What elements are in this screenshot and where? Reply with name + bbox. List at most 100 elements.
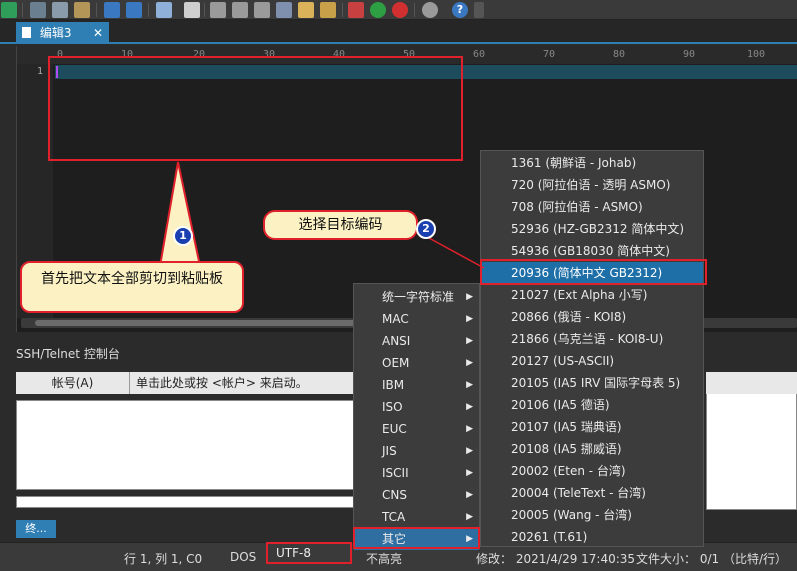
- menu-item-codepage[interactable]: 1361 (朝鲜语 - Johab): [481, 152, 703, 174]
- account-button[interactable]: 帐号(A): [16, 372, 130, 394]
- ruler-mark: 80: [613, 49, 626, 60]
- tab-label: 编辑3: [39, 26, 72, 40]
- menu-item-codepage[interactable]: 708 (阿拉伯语 - ASMO): [481, 196, 703, 218]
- settings-icon[interactable]: [422, 2, 438, 18]
- copy-icon[interactable]: [52, 2, 68, 18]
- menu-item-codepage[interactable]: 20261 (T.61): [481, 526, 703, 548]
- encoding-category-menu: 统一字符标准 ▶ MAC ▶ ANSI ▶ OEM ▶ IBM ▶ ISO ▶ EUC ▶ J…: [353, 283, 480, 550]
- menu-item-ansi[interactable]: ANSI ▶: [354, 330, 479, 352]
- macro-icon[interactable]: [320, 2, 336, 18]
- toolbar-separator: [96, 3, 97, 17]
- column-icon[interactable]: [156, 2, 172, 18]
- menu-item-codepage[interactable]: 720 (阿拉伯语 - 透明 ASMO): [481, 174, 703, 196]
- console-hint[interactable]: 单击此处或按 <帐户> 来启动。: [136, 372, 308, 394]
- menu-item-label: MAC: [382, 312, 409, 326]
- step-badge-2: 2: [416, 219, 436, 239]
- highlight-box-editor: [48, 56, 463, 161]
- toolbar-separator: [148, 3, 149, 17]
- line-ending[interactable]: DOS: [230, 550, 256, 564]
- chevron-right-icon: ▶: [466, 314, 473, 324]
- menu-item-label: IBM: [382, 378, 405, 392]
- menu-item-iscii[interactable]: ISCII ▶: [354, 462, 479, 484]
- toolbar: ?: [0, 0, 797, 20]
- highlight-box-codepage: [480, 259, 707, 285]
- chevron-right-icon: ▶: [466, 468, 473, 478]
- replace-in-files-icon[interactable]: [276, 2, 292, 18]
- bookmark-icon[interactable]: [348, 2, 364, 18]
- callout-step-2: 选择目标编码: [263, 210, 418, 240]
- tab-edit3[interactable]: 编辑3 ✕: [16, 22, 109, 44]
- ruler-mark: 60: [473, 49, 486, 60]
- menu-item-codepage[interactable]: 52936 (HZ-GB2312 简体中文): [481, 218, 703, 240]
- close-icon[interactable]: ✕: [93, 22, 103, 44]
- chevron-right-icon: ▶: [466, 490, 473, 500]
- ruler-mark: 70: [543, 49, 556, 60]
- menu-item-cns[interactable]: CNS ▶: [354, 484, 479, 506]
- help-icon[interactable]: ?: [452, 2, 468, 18]
- chevron-right-icon: ▶: [466, 292, 473, 302]
- step-badge-1: 1: [173, 226, 193, 246]
- menu-item-codepage[interactable]: 20106 (IA5 德语): [481, 394, 703, 416]
- menu-item-codepage[interactable]: 20005 (Wang - 台湾): [481, 504, 703, 526]
- menu-item-oem[interactable]: OEM ▶: [354, 352, 479, 374]
- menu-item-tca[interactable]: TCA ▶: [354, 506, 479, 528]
- menu-item-ibm[interactable]: IBM ▶: [354, 374, 479, 396]
- encoding-value: UTF-8: [276, 546, 311, 560]
- menu-item-codepage[interactable]: 20127 (US-ASCII): [481, 350, 703, 372]
- chevron-right-icon: ▶: [466, 512, 473, 522]
- run-icon[interactable]: [1, 2, 17, 18]
- toolbar-separator: [204, 3, 205, 17]
- menu-item-label: 统一字符标准: [382, 290, 455, 304]
- encoding-selector[interactable]: UTF-8: [266, 542, 352, 564]
- menu-item-label: TCA: [382, 510, 406, 524]
- console-header: 帐号(A) 单击此处或按 <帐户> 来启动。: [16, 372, 356, 394]
- find-next-icon[interactable]: [210, 2, 226, 18]
- modified-time: 修改： 2021/4/29 17:40:35: [476, 552, 636, 566]
- menu-item-codepage[interactable]: 20866 (俄语 - KOI8): [481, 306, 703, 328]
- file-size: 文件大小： 0/1 （比特/行）: [636, 552, 787, 566]
- console-output[interactable]: [16, 400, 356, 490]
- highlight-mode[interactable]: 不高亮: [366, 550, 402, 567]
- menu-item-codepage[interactable]: 20105 (IA5 IRV 国际字母表 5): [481, 372, 703, 394]
- tab-strip: 编辑3 ✕: [0, 20, 797, 44]
- redo-icon[interactable]: [126, 2, 142, 18]
- folder-icon[interactable]: [298, 2, 314, 18]
- menu-item-codepage[interactable]: 21866 (乌克兰语 - KOI8-U): [481, 328, 703, 350]
- remove-icon[interactable]: [392, 2, 408, 18]
- menu-item-mac[interactable]: MAC ▶: [354, 308, 479, 330]
- toolbar-separator: [22, 3, 23, 17]
- menu-item-codepage[interactable]: 20004 (TeleText - 台湾): [481, 482, 703, 504]
- terminal-button[interactable]: 终...: [16, 520, 56, 538]
- menu-item-iso[interactable]: ISO ▶: [354, 396, 479, 418]
- chevron-right-icon: ▶: [466, 424, 473, 434]
- cut-icon[interactable]: [30, 2, 46, 18]
- ruler-mark: 90: [683, 49, 696, 60]
- menu-item-codepage[interactable]: 20107 (IA5 瑞典语): [481, 416, 703, 438]
- chevron-right-icon: ▶: [466, 358, 473, 368]
- menu-item-label: JIS: [382, 444, 397, 458]
- document-icon: [22, 27, 31, 38]
- menu-item-unicode[interactable]: 统一字符标准 ▶: [354, 286, 479, 308]
- console-title: SSH/Telnet 控制台: [16, 347, 120, 361]
- menu-item-label: EUC: [382, 422, 407, 436]
- paste-icon[interactable]: [74, 2, 90, 18]
- find-icon[interactable]: [184, 2, 200, 18]
- console-input[interactable]: [16, 496, 356, 508]
- highlight-box-other: [353, 527, 480, 549]
- menu-item-euc[interactable]: EUC ▶: [354, 418, 479, 440]
- chevron-right-icon: ▶: [466, 446, 473, 456]
- menu-item-codepage[interactable]: 20002 (Eten - 台湾): [481, 460, 703, 482]
- menu-item-label: CNS: [382, 488, 407, 502]
- chevron-right-icon: ▶: [466, 336, 473, 346]
- add-icon[interactable]: [370, 2, 386, 18]
- ruler-mark: 100: [747, 49, 766, 60]
- menu-item-codepage[interactable]: 21027 (Ext Alpha 小写): [481, 284, 703, 306]
- menu-item-codepage[interactable]: 20108 (IA5 挪威语): [481, 438, 703, 460]
- overflow-icon[interactable]: [474, 2, 484, 18]
- replace-icon[interactable]: [232, 2, 248, 18]
- menu-item-label: ISO: [382, 400, 403, 414]
- find-in-files-icon[interactable]: [254, 2, 270, 18]
- menu-item-jis[interactable]: JIS ▶: [354, 440, 479, 462]
- toolbar-separator: [342, 3, 343, 17]
- undo-icon[interactable]: [104, 2, 120, 18]
